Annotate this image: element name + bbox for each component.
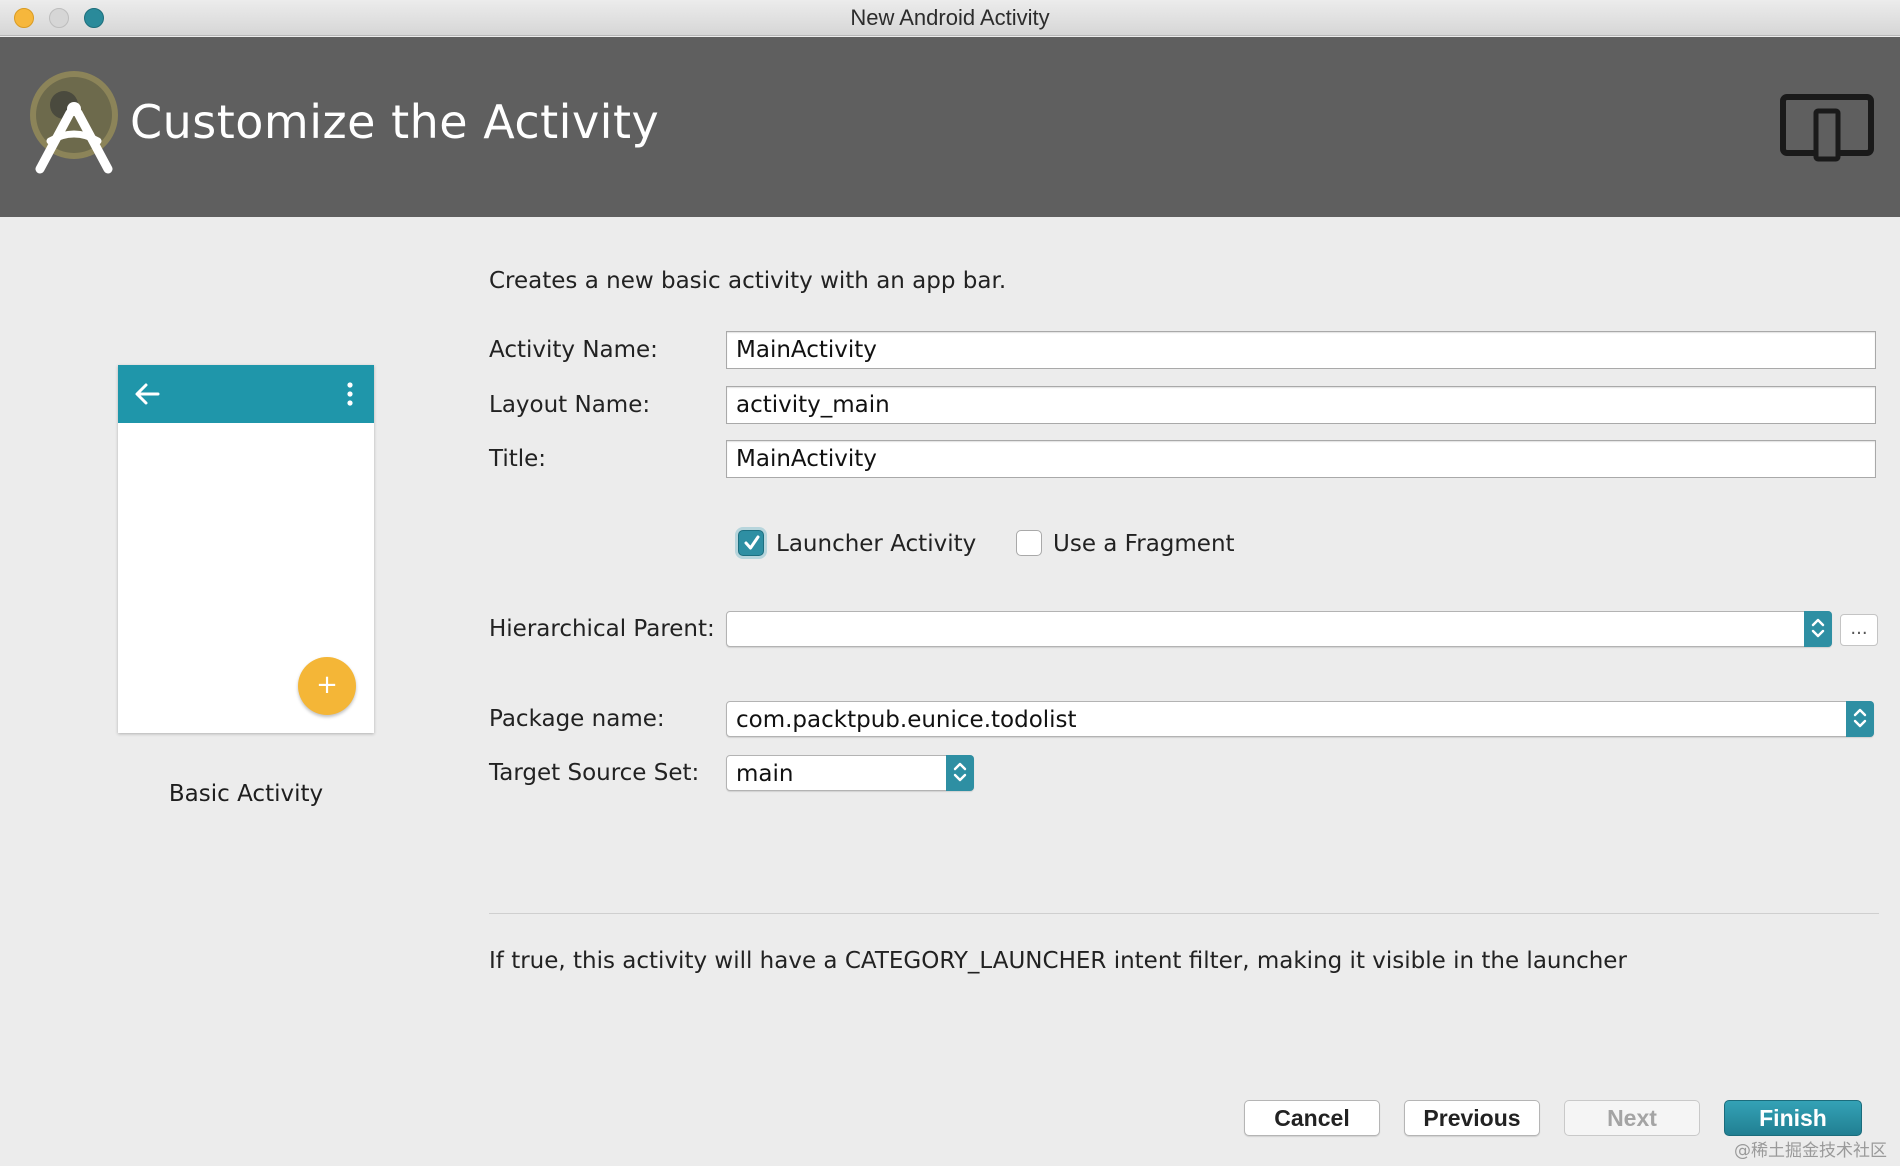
package-name-value[interactable]: com.packtpub.eunice.todolist	[736, 707, 1077, 733]
help-divider	[489, 913, 1879, 914]
package-name-combo[interactable]: com.packtpub.eunice.todolist	[726, 701, 1874, 737]
next-button[interactable]: Next	[1564, 1100, 1700, 1136]
title-bar: New Android Activity	[0, 0, 1900, 36]
target-source-set-label: Target Source Set:	[489, 760, 700, 786]
target-source-set-value: main	[736, 761, 794, 787]
browse-parent-button[interactable]: ...	[1840, 614, 1878, 646]
hierarchical-parent-combo[interactable]	[726, 611, 1832, 647]
new-activity-window: New Android Activity Customize the Activ…	[0, 0, 1900, 1166]
use-fragment-label[interactable]: Use a Fragment	[1053, 531, 1235, 557]
activity-name-label: Activity Name:	[489, 337, 658, 363]
activity-template-label: Basic Activity	[168, 781, 324, 807]
activity-name-field[interactable]: MainActivity	[726, 331, 1876, 369]
template-description: Creates a new basic activity with an app…	[489, 268, 1007, 294]
finish-button[interactable]: Finish	[1724, 1100, 1862, 1136]
android-studio-logo-icon	[30, 71, 118, 174]
launcher-activity-checkbox[interactable]	[738, 530, 764, 556]
device-form-factor-icon	[1780, 94, 1874, 162]
launcher-activity-label[interactable]: Launcher Activity	[776, 531, 976, 557]
checkmark-icon	[744, 535, 760, 550]
target-source-set-combo[interactable]: main	[726, 755, 974, 791]
hierarchical-parent-dropdown-button[interactable]	[1804, 611, 1832, 647]
activity-preview: +	[118, 365, 374, 733]
chevron-up-down-icon	[1811, 618, 1825, 638]
preview-app-bar	[118, 365, 374, 423]
target-source-set-dropdown-button[interactable]	[946, 755, 974, 791]
cancel-button[interactable]: Cancel	[1244, 1100, 1380, 1136]
previous-button[interactable]: Previous	[1404, 1100, 1540, 1136]
chevron-up-down-icon	[953, 762, 967, 782]
layout-name-field[interactable]: activity_main	[726, 386, 1876, 424]
arrow-back-icon	[135, 383, 160, 405]
preview-fab: +	[298, 657, 356, 715]
overflow-menu-icon	[347, 382, 353, 406]
package-name-dropdown-button[interactable]	[1846, 701, 1874, 737]
use-fragment-checkbox[interactable]	[1016, 530, 1042, 556]
title-field[interactable]: MainActivity	[726, 440, 1876, 478]
page-title: Customize the Activity	[130, 95, 660, 149]
watermark: @稀土掘金技术社区	[1734, 1141, 1887, 1161]
layout-name-label: Layout Name:	[489, 392, 651, 418]
wizard-header: Customize the Activity	[0, 37, 1900, 217]
help-text: If true, this activity will have a CATEG…	[489, 948, 1627, 974]
hierarchical-parent-label: Hierarchical Parent:	[489, 616, 715, 642]
title-label: Title:	[489, 446, 547, 472]
package-name-label: Package name:	[489, 706, 665, 732]
chevron-up-down-icon	[1853, 708, 1867, 728]
window-title: New Android Activity	[850, 5, 1050, 30]
